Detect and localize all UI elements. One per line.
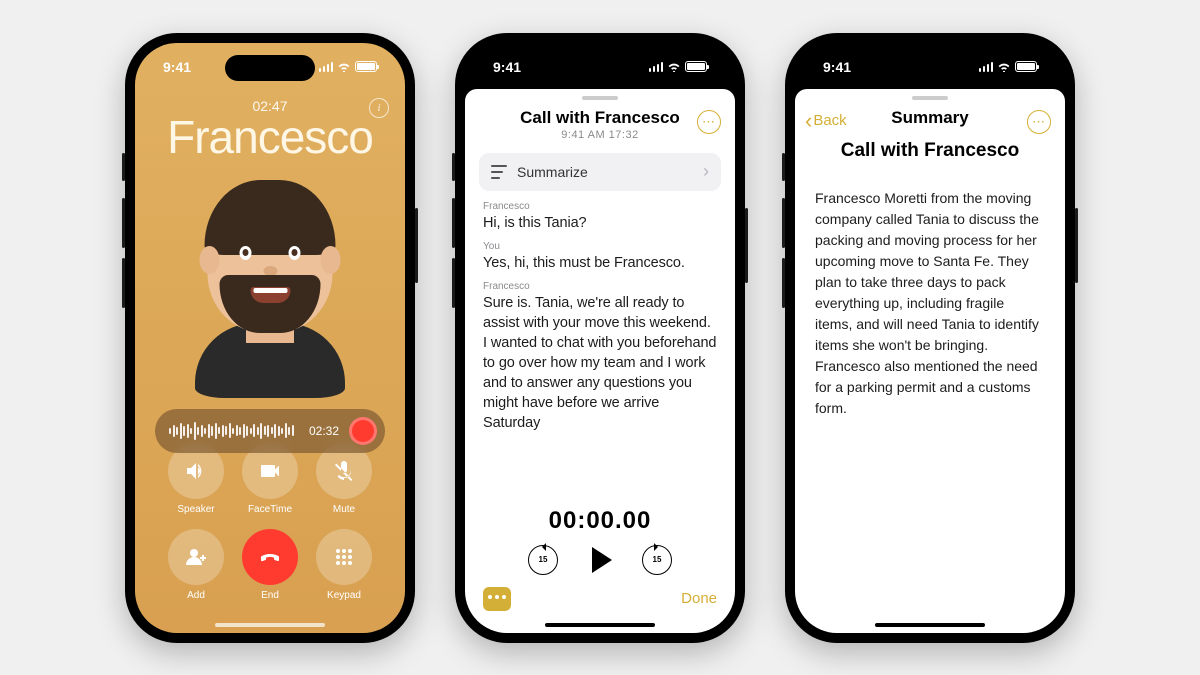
transcript-sheet: Call with Francesco 9:41 AM 17:32 ⋯ Summ…	[465, 89, 735, 633]
audio-player: 00:00.00 15 15	[465, 507, 735, 581]
volume-down-button	[782, 258, 785, 308]
end-call-button[interactable]: End	[233, 529, 307, 601]
status-time: 9:41	[493, 59, 521, 75]
home-indicator[interactable]	[875, 623, 985, 627]
video-icon	[258, 459, 282, 483]
power-button	[1075, 208, 1078, 283]
home-indicator[interactable]	[215, 623, 325, 627]
dynamic-island	[555, 55, 645, 81]
contact-memoji	[170, 178, 370, 398]
status-time: 9:41	[163, 59, 191, 75]
volume-down-button	[122, 258, 125, 308]
signal-icon	[649, 62, 664, 72]
power-button	[415, 208, 418, 283]
signal-icon	[979, 62, 994, 72]
volume-up-button	[452, 198, 455, 248]
summary-heading: Call with Francesco	[795, 140, 1065, 162]
transcript-icon[interactable]	[483, 587, 511, 611]
summarize-icon	[491, 165, 507, 179]
add-call-button[interactable]: Add	[159, 529, 233, 601]
iphone-summary-screen: 9:41 ‹ Back Summary ⋯ Call with	[785, 33, 1075, 643]
keypad-icon	[332, 545, 356, 569]
mute-button[interactable]: Mute	[307, 443, 381, 515]
wifi-icon	[997, 62, 1011, 72]
side-button	[782, 153, 785, 181]
caller-name: Francesco	[135, 110, 405, 164]
transcript-entry: Francesco Hi, is this Tania?	[483, 201, 717, 233]
transcript-entry: Francesco Sure is. Tania, we're all read…	[483, 281, 717, 433]
record-button[interactable]	[349, 417, 377, 445]
sheet-grabber[interactable]	[582, 96, 618, 100]
waveform-icon	[169, 421, 299, 441]
dynamic-island	[225, 55, 315, 81]
chevron-left-icon: ‹	[805, 110, 812, 132]
playback-time: 00:00.00	[465, 507, 735, 535]
side-button	[122, 153, 125, 181]
summarize-button[interactable]: Summarize ›	[479, 153, 721, 191]
wifi-icon	[337, 62, 351, 72]
recording-bar[interactable]: 02:32	[155, 409, 385, 453]
side-button	[452, 153, 455, 181]
battery-icon	[355, 61, 377, 72]
transcript-entry: You Yes, hi, this must be Francesco.	[483, 241, 717, 273]
skip-back-button[interactable]: 15	[528, 545, 558, 575]
iphone-call-screen: 9:41 i 02:47 Francesco	[125, 33, 415, 643]
done-button[interactable]: Done	[681, 590, 717, 607]
back-button[interactable]: ‹ Back	[805, 110, 847, 132]
volume-up-button	[782, 198, 785, 248]
wifi-icon	[667, 62, 681, 72]
mute-icon	[332, 459, 356, 483]
power-button	[745, 208, 748, 283]
more-icon[interactable]: ⋯	[1027, 110, 1051, 134]
signal-icon	[319, 62, 334, 72]
transcript-title: Call with Francesco	[481, 108, 719, 128]
summarize-label: Summarize	[517, 164, 588, 180]
info-icon[interactable]: i	[369, 98, 389, 118]
iphone-transcript-screen: 9:41 Call with Francesco 9:41 AM 17:32 ⋯…	[455, 33, 745, 643]
home-indicator[interactable]	[545, 623, 655, 627]
speaker-icon	[184, 459, 208, 483]
battery-icon	[1015, 61, 1037, 72]
volume-up-button	[122, 198, 125, 248]
speaker-button[interactable]: Speaker	[159, 443, 233, 515]
sheet-grabber[interactable]	[912, 96, 948, 100]
volume-down-button	[452, 258, 455, 308]
summary-text: Francesco Moretti from the moving compan…	[795, 174, 1065, 433]
transcript-subtitle: 9:41 AM 17:32	[481, 129, 719, 141]
recording-time: 02:32	[309, 424, 339, 438]
status-time: 9:41	[823, 59, 851, 75]
summary-sheet: ‹ Back Summary ⋯ Call with Francesco Fra…	[795, 89, 1065, 633]
more-icon[interactable]: ⋯	[697, 110, 721, 134]
play-button[interactable]	[592, 547, 612, 573]
facetime-button[interactable]: FaceTime	[233, 443, 307, 515]
transcript-body[interactable]: Francesco Hi, is this Tania? You Yes, hi…	[465, 197, 735, 507]
battery-icon	[685, 61, 707, 72]
dynamic-island	[885, 55, 975, 81]
phone-down-icon	[258, 545, 282, 569]
keypad-button[interactable]: Keypad	[307, 529, 381, 601]
add-person-icon	[184, 545, 208, 569]
skip-forward-button[interactable]: 15	[642, 545, 672, 575]
chevron-right-icon: ›	[703, 161, 709, 182]
